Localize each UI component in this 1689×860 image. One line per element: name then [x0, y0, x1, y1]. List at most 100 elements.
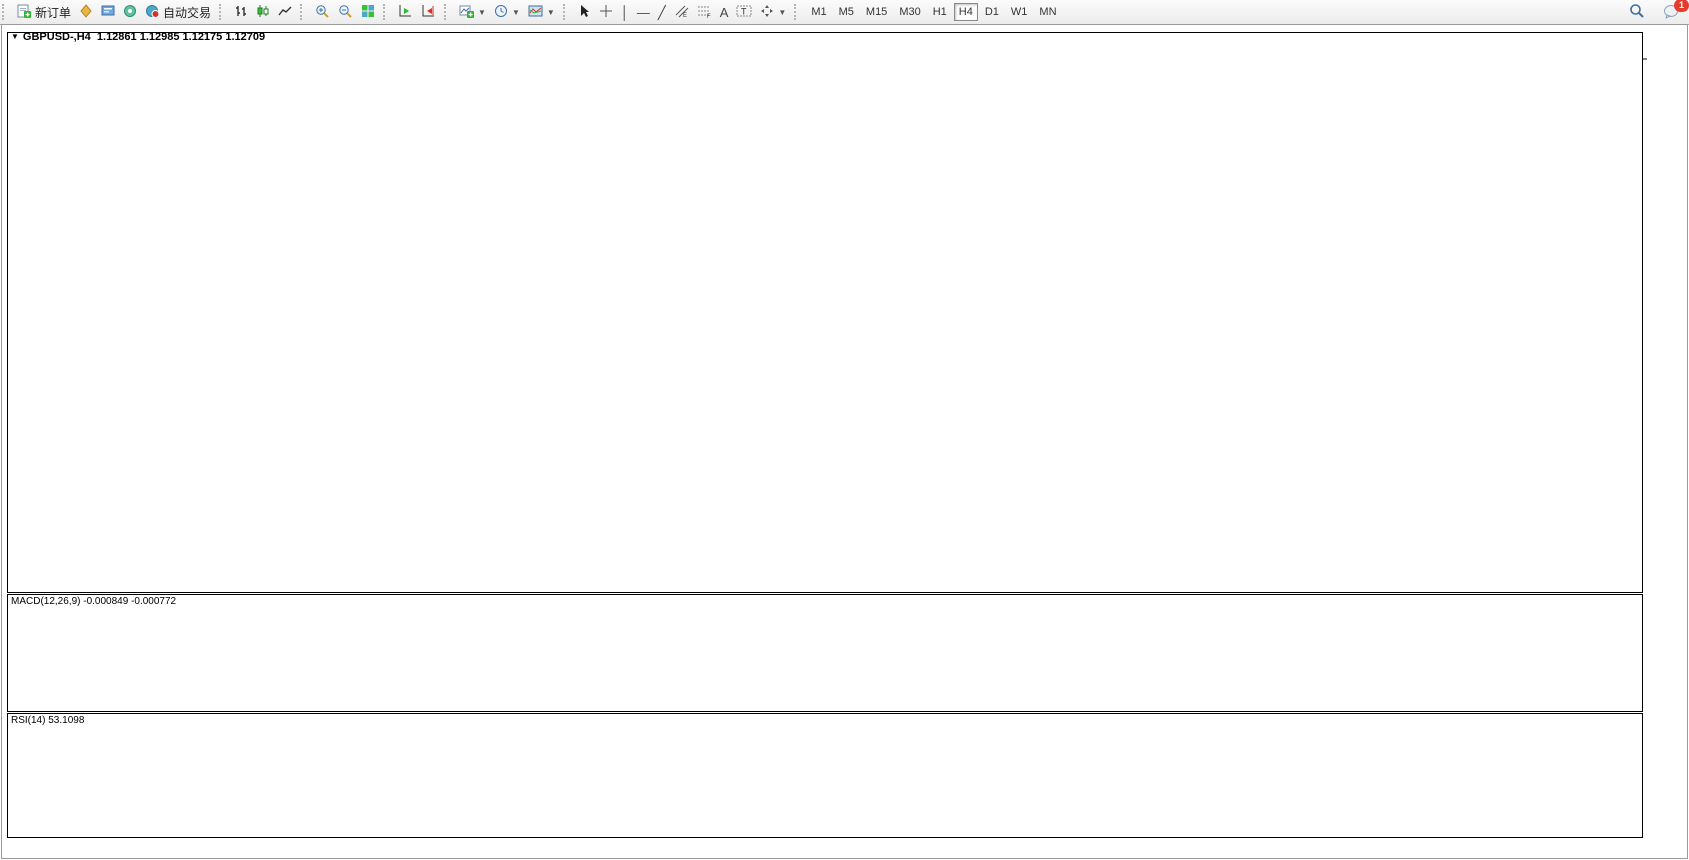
- toolbar-grip: [794, 4, 801, 20]
- line-chart-button[interactable]: [274, 2, 296, 22]
- timeframe-button-h4[interactable]: H4: [954, 3, 978, 21]
- timeframe-button-m1[interactable]: M1: [806, 3, 831, 21]
- symbol-period-label: GBPUSD-,H4: [23, 31, 91, 43]
- zoom-in-icon: [315, 4, 330, 21]
- rsi-indicator-label: RSI(14) 53.1098: [11, 715, 84, 726]
- timeframe-button-w1[interactable]: W1: [1006, 3, 1033, 21]
- toolbar-grip: [383, 4, 390, 20]
- mt4-window: 新订单 自动交易 ▼ ▼: [0, 0, 1689, 860]
- horizontal-line-icon: —: [637, 6, 650, 19]
- new-order-button[interactable]: 新订单: [13, 2, 75, 22]
- templates-button[interactable]: ▼: [524, 2, 559, 22]
- profiles-button[interactable]: [75, 2, 97, 22]
- auto-trading-icon: [145, 4, 160, 20]
- auto-trading-button[interactable]: 自动交易: [141, 2, 215, 22]
- zoom-in-button[interactable]: [311, 2, 334, 22]
- new-order-label: 新订单: [35, 4, 71, 21]
- text-button[interactable]: A: [716, 2, 733, 22]
- chevron-down-icon: ▼: [547, 8, 555, 17]
- chart-title: ▼GBPUSD-,H4 1.12861 1.12985 1.12175 1.12…: [11, 31, 265, 43]
- new-chart-button[interactable]: ▼: [455, 2, 490, 22]
- vertical-line-icon: │: [621, 6, 629, 19]
- candlestick-chart-button[interactable]: [252, 2, 274, 22]
- notifications-button[interactable]: 1: [1659, 2, 1683, 22]
- toolbar-grip: [300, 4, 307, 20]
- search-button[interactable]: [1625, 2, 1649, 22]
- horizontal-line-button[interactable]: —: [633, 2, 654, 22]
- crosshair-button[interactable]: [595, 2, 617, 22]
- zoom-out-button[interactable]: [334, 2, 357, 22]
- macd-indicator-label: MACD(12,26,9) -0.000849 -0.000772: [11, 596, 176, 607]
- clock-icon: [494, 4, 508, 20]
- equidistant-channel-icon: E: [674, 4, 689, 20]
- zoom-out-icon: [338, 4, 353, 21]
- equidistant-channel-button[interactable]: E: [670, 2, 693, 22]
- market-watch-icon: [101, 4, 115, 20]
- new-order-icon: [17, 4, 32, 21]
- toolbar-group-trade: 新订单 自动交易: [11, 0, 217, 24]
- svg-text:F: F: [707, 14, 711, 18]
- rsi-panel[interactable]: [8, 714, 1643, 838]
- fibonacci-icon: F: [697, 4, 712, 20]
- navigator-button[interactable]: [119, 2, 141, 22]
- chevron-down-icon: ▼: [778, 8, 786, 17]
- toolbar-grip: [2, 4, 9, 20]
- chevron-down-icon: ▼: [478, 8, 486, 17]
- chart-canvas[interactable]: [0, 24, 1689, 860]
- timeframe-button-m30[interactable]: M30: [894, 3, 925, 21]
- tile-windows-button[interactable]: [357, 2, 379, 22]
- trendline-button[interactable]: ╱: [654, 2, 670, 22]
- navigator-icon: [123, 4, 137, 20]
- svg-text:E: E: [683, 13, 687, 18]
- arrows-button[interactable]: ▼: [756, 2, 790, 22]
- timeframe-button-m15[interactable]: M15: [861, 3, 892, 21]
- toolbar-grip: [219, 4, 226, 20]
- chart-shift-icon: [421, 4, 436, 20]
- timeframe-button-h1[interactable]: H1: [928, 3, 952, 21]
- text-label-button[interactable]: T: [732, 2, 756, 22]
- cursor-button[interactable]: [574, 2, 595, 22]
- panel-frames: [8, 33, 1643, 838]
- periods-button[interactable]: ▼: [490, 2, 524, 22]
- market-watch-button[interactable]: [97, 2, 119, 22]
- candlestick-chart-icon: [256, 4, 270, 20]
- chevron-down-icon: ▼: [512, 8, 520, 17]
- toolbar-grip: [563, 4, 570, 20]
- profiles-icon: [79, 4, 93, 20]
- tile-windows-icon: [361, 4, 375, 20]
- auto-scroll-icon: [398, 4, 413, 20]
- bar-chart-icon: [234, 4, 248, 20]
- new-chart-icon: [459, 4, 474, 20]
- auto-scroll-button[interactable]: [394, 2, 417, 22]
- main-chart-panel[interactable]: [8, 33, 1643, 593]
- toolbar-group-chart-type: [228, 0, 298, 24]
- toolbar-group-scroll: [392, 0, 442, 24]
- macd-panel[interactable]: [8, 595, 1643, 712]
- text-icon: A: [720, 6, 729, 19]
- toolbar-group-objects: ▼ ▼ ▼: [453, 0, 561, 24]
- templates-icon: [528, 4, 543, 20]
- timeframe-button-d1[interactable]: D1: [980, 3, 1004, 21]
- timeframe-button-m5[interactable]: M5: [834, 3, 859, 21]
- toolbar-group-drawing: │ — ╱ E F A T ▼: [572, 0, 793, 24]
- arrows-icon: [760, 4, 774, 20]
- line-chart-icon: [278, 4, 292, 20]
- auto-trading-label: 自动交易: [163, 4, 211, 21]
- timeframe-button-mn[interactable]: MN: [1034, 3, 1061, 21]
- chart-shift-button[interactable]: [417, 2, 440, 22]
- toolbar-grip: [444, 4, 451, 20]
- toolbar-group-zoom: [309, 0, 381, 24]
- crosshair-icon: [599, 4, 613, 20]
- timeframe-toolbar: M1M5M15M30H1H4D1W1MN: [803, 0, 1064, 24]
- cursor-icon: [578, 4, 591, 20]
- fibonacci-button[interactable]: F: [693, 2, 716, 22]
- search-icon: [1629, 3, 1645, 21]
- text-label-icon: T: [736, 4, 752, 20]
- chart-area[interactable]: ▼GBPUSD-,H4 1.12861 1.12985 1.12175 1.12…: [0, 24, 1689, 860]
- toolbar: 新订单 自动交易 ▼ ▼: [0, 0, 1689, 25]
- bar-chart-button[interactable]: [230, 2, 252, 22]
- trendline-icon: ╱: [658, 6, 666, 19]
- svg-text:T: T: [741, 7, 747, 17]
- vertical-line-button[interactable]: │: [617, 2, 633, 22]
- collapse-triangle-icon[interactable]: ▼: [11, 32, 19, 41]
